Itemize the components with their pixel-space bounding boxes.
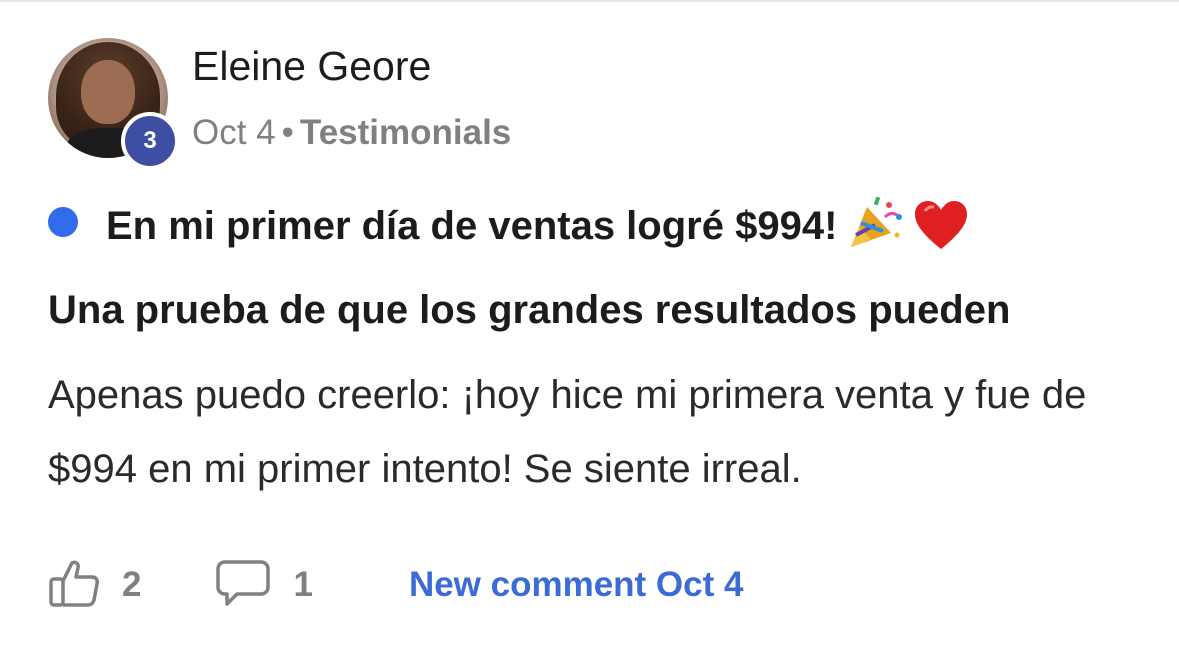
comment-button[interactable]: 1 bbox=[215, 558, 313, 613]
post-body[interactable]: Apenas puedo creerlo: ¡hoy hice mi prime… bbox=[48, 358, 1158, 506]
new-comment-link[interactable]: New comment Oct 4 bbox=[409, 565, 744, 605]
like-count: 2 bbox=[122, 565, 142, 604]
party-popper-icon bbox=[845, 195, 905, 274]
post-title[interactable]: En mi primer día de ventas logré $994! U… bbox=[48, 190, 1148, 346]
unread-dot bbox=[48, 207, 78, 237]
post-footer: 2 1 New comment Oct 4 bbox=[48, 555, 743, 615]
red-heart-icon bbox=[913, 199, 969, 274]
meta-separator: • bbox=[281, 113, 294, 152]
like-button[interactable]: 2 bbox=[48, 557, 141, 614]
level-badge: 3 bbox=[121, 112, 179, 170]
post-title-line1: En mi primer día de ventas logré $994! bbox=[106, 204, 838, 248]
post-meta: Oct 4 • Testimonials bbox=[192, 112, 511, 154]
comment-count: 1 bbox=[293, 565, 313, 604]
thumbs-up-icon bbox=[48, 557, 100, 614]
top-divider bbox=[0, 0, 1179, 2]
comment-bubble-icon bbox=[215, 558, 271, 613]
post-category[interactable]: Testimonials bbox=[300, 113, 511, 152]
author-name[interactable]: Eleine Geore bbox=[192, 42, 431, 90]
post-title-line2: Una prueba de que los grandes resultados… bbox=[48, 288, 1011, 332]
post-date: Oct 4 bbox=[192, 113, 276, 152]
